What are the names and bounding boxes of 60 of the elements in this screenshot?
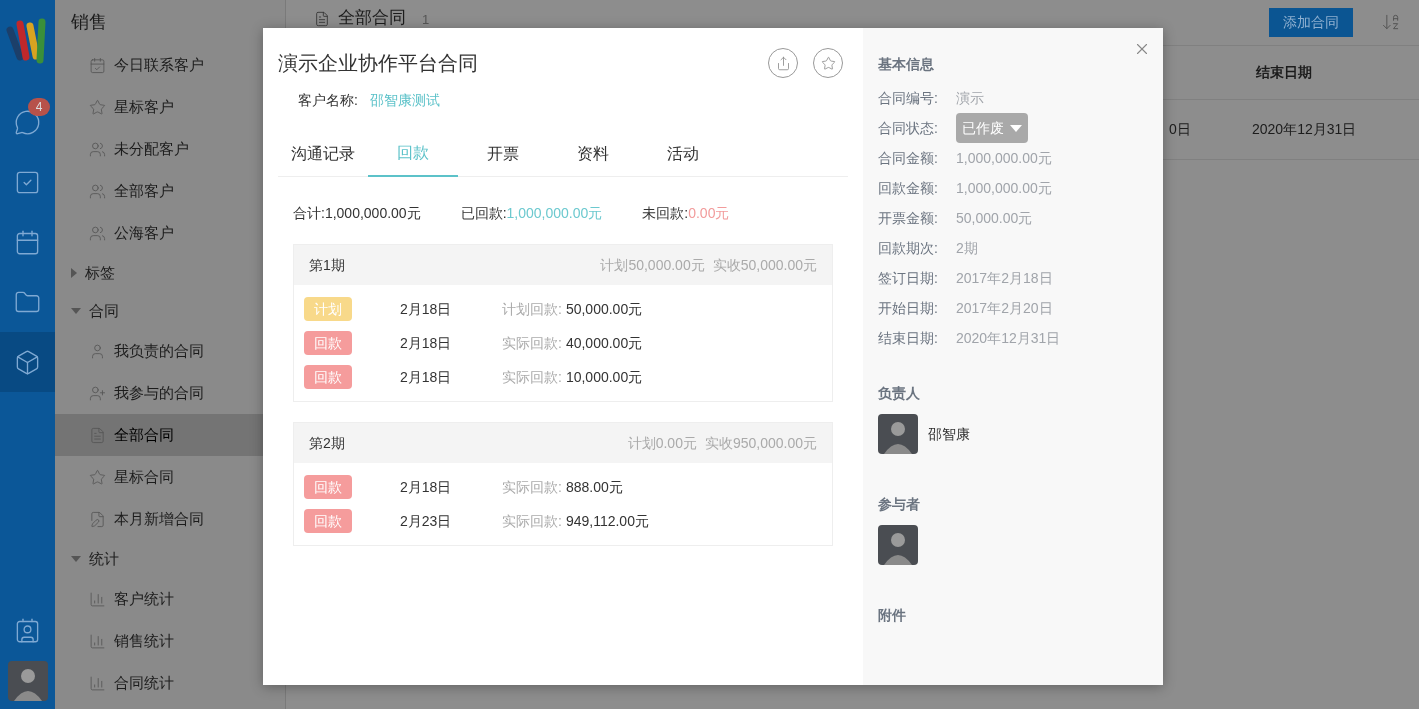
field-value: 2017年2月20日 — [956, 298, 1053, 318]
owner-name: 邵智康 — [928, 424, 970, 444]
field-label: 回款金额: — [878, 178, 939, 198]
entry-label: 实际回款: — [502, 511, 562, 531]
table-cell-text: 0日 — [1168, 120, 1191, 139]
field-value: 2020年12月31日 — [956, 328, 1061, 348]
section-title: 参与者 — [878, 495, 921, 514]
entry-amount: 949,112.00元 — [565, 511, 649, 531]
section-title: 附件 — [878, 606, 907, 625]
field-value: 50,000.00元 — [956, 208, 1033, 228]
entry-tag: 回款 — [304, 331, 352, 355]
field-label: 合同状态: — [878, 118, 939, 138]
field-value: 1,000,000.00元 — [956, 178, 1052, 198]
entry-amount: 10,000.00元 — [565, 367, 643, 387]
sidebar-title: 销售 — [70, 10, 108, 34]
entry-amount: 888.00元 — [565, 477, 623, 497]
entry-date: 2月18日 — [400, 333, 453, 353]
field-value: 2期 — [956, 238, 978, 258]
field-label: 结束日期: — [878, 328, 939, 348]
period-plan: 计划50,000.00元 — [600, 255, 705, 275]
summary-label: 已回款: — [460, 204, 507, 223]
unread-badge: 4 — [28, 98, 50, 116]
period-title: 第2期 — [309, 433, 346, 453]
field-label: 合同编号: — [878, 88, 939, 108]
entry-label: 计划回款: — [502, 299, 562, 319]
entry-amount: 40,000.00元 — [565, 333, 643, 353]
entry-tag: 计划 — [304, 297, 352, 321]
summary-label: 合计: — [293, 204, 325, 223]
field-label: 签订日期: — [878, 268, 939, 288]
table-cell-text: 2020年12月31日 — [1252, 120, 1357, 139]
customer-label: 客户名称: — [298, 91, 358, 110]
entry-label: 实际回款: — [502, 333, 562, 353]
page-title: 全部合同 — [338, 8, 406, 28]
column-header: 结束日期 — [1255, 63, 1312, 82]
entry-label: 实际回款: — [502, 367, 562, 387]
period-actual: 实收50,000.00元 — [712, 255, 817, 275]
summary-value: 1,000,000.00元 — [324, 204, 421, 223]
period-title: 第1期 — [309, 255, 346, 275]
entry-label: 实际回款: — [502, 477, 562, 497]
entry-tag: 回款 — [304, 475, 352, 499]
entry-date: 2月18日 — [400, 299, 453, 319]
entry-date: 2月18日 — [400, 367, 453, 387]
summary-value: 0.00元 — [688, 204, 730, 223]
field-label: 开始日期: — [878, 298, 939, 318]
summary-label: 未回款: — [642, 204, 689, 223]
entry-date: 2月18日 — [400, 477, 453, 497]
entry-tag: 回款 — [304, 509, 352, 533]
entry-date: 2月23日 — [400, 511, 453, 531]
field-value: 1,000,000.00元 — [956, 148, 1052, 168]
entry-tag: 回款 — [304, 365, 352, 389]
section-title: 基本信息 — [878, 55, 935, 74]
field-label: 开票金额: — [878, 208, 939, 228]
field-value: 2017年2月18日 — [956, 268, 1053, 288]
period-plan: 计划0.00元 — [627, 433, 697, 453]
period-actual: 实收950,000.00元 — [704, 433, 817, 453]
entry-amount: 50,000.00元 — [565, 299, 643, 319]
field-label: 回款期次: — [878, 238, 939, 258]
section-title: 负责人 — [878, 384, 921, 403]
field-value: 演示 — [956, 88, 984, 108]
field-label: 合同金额: — [878, 148, 939, 168]
